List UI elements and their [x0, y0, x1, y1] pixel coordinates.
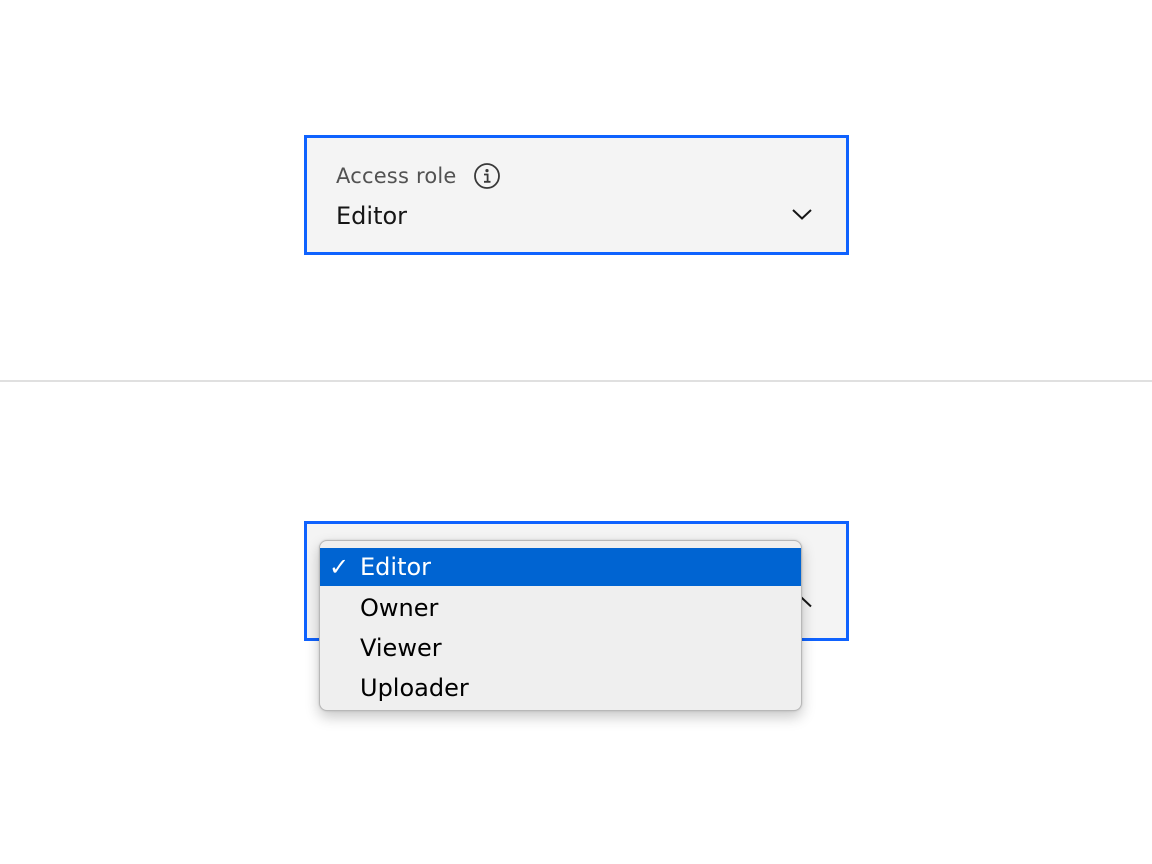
menu-option-label: Owner — [360, 594, 439, 622]
access-role-select[interactable]: Access role Editor — [304, 135, 849, 255]
menu-option-label: Editor — [360, 553, 432, 581]
menu-option-label: Uploader — [360, 674, 469, 702]
checkmark-icon: ✓ — [329, 553, 350, 581]
menu-option-viewer[interactable]: Viewer — [320, 628, 801, 668]
page: Access role Editor ✓ Editor Owner Viewer… — [0, 0, 1152, 864]
menu-option-label: Viewer — [360, 634, 442, 662]
selected-value: Editor — [336, 202, 408, 230]
chevron-down-icon — [790, 206, 814, 222]
info-icon[interactable] — [473, 162, 501, 190]
section-divider — [0, 380, 1152, 382]
menu-option-owner[interactable]: Owner — [320, 588, 801, 628]
label-row: Access role — [336, 162, 501, 190]
dropdown-menu: ✓ Editor Owner Viewer Uploader — [319, 540, 802, 711]
menu-option-editor[interactable]: ✓ Editor — [320, 548, 801, 586]
access-role-label: Access role — [336, 164, 457, 188]
menu-option-uploader[interactable]: Uploader — [320, 668, 801, 708]
